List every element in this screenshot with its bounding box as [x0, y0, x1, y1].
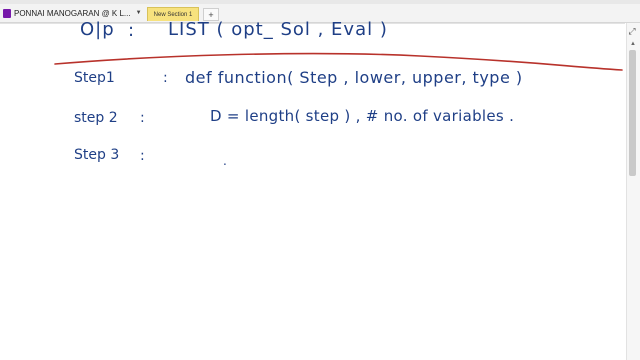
scrollbar-thumb[interactable] [629, 50, 636, 176]
step1-label: Step1 [74, 70, 115, 86]
output-label: O|p [80, 19, 115, 40]
output-colon: : [128, 20, 135, 41]
step3-colon: : [140, 148, 145, 164]
step1-value: def function( Step , lower, upper, type … [185, 68, 523, 87]
red-underline-stroke [54, 52, 623, 71]
step2-value: D = length( step ) , # no. of variables … [210, 107, 515, 125]
output-value: LIST ( opt_ Sol , Eval ) [168, 19, 388, 40]
step2-colon: : [140, 110, 145, 126]
expand-icon[interactable]: ⤢ [626, 25, 638, 37]
step2-label: step 2 [74, 110, 118, 126]
step3-label: Step 3 [74, 147, 120, 163]
chevron-up-icon[interactable]: ▲ [627, 40, 639, 48]
step3-value: . [223, 154, 227, 168]
step1-colon: : [163, 70, 168, 86]
